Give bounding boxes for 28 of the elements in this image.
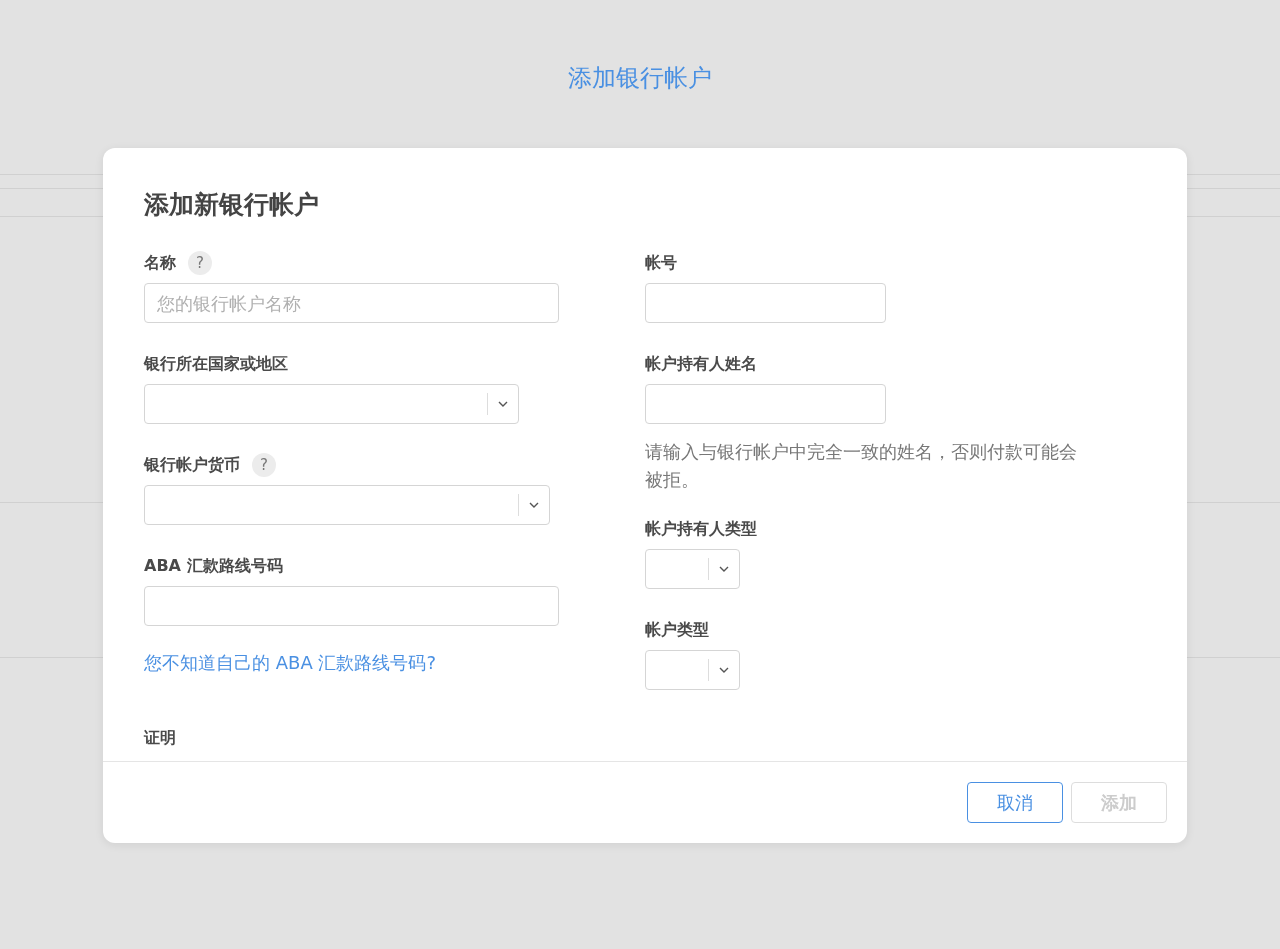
input-field[interactable]: 您的银行帐户名称	[144, 283, 559, 323]
chevron-down-icon	[719, 566, 729, 572]
field-label: 银行所在国家或地区	[144, 353, 288, 375]
hint-text: 请输入与银行帐户中完全一致的姓名，否则付款可能会被拒。	[645, 440, 1078, 492]
chevron-down-icon	[719, 667, 729, 673]
section-label: 证明	[144, 727, 177, 749]
chevron-down-icon	[498, 401, 508, 407]
field-label: 银行帐户货币	[144, 454, 240, 476]
input-field[interactable]	[645, 283, 886, 323]
field-label: 名称	[144, 252, 176, 274]
field-label: 帐户类型	[645, 619, 709, 641]
field-label: 帐户持有人姓名	[645, 353, 757, 375]
dialog-title: 添加新银行帐户	[144, 189, 320, 221]
select-field[interactable]	[645, 549, 740, 589]
input-field[interactable]	[645, 384, 886, 424]
aba-help-link[interactable]: 您不知道自己的 ABA 汇款路线号码?	[144, 651, 436, 675]
field-label: 帐号	[645, 252, 677, 274]
field-label: ABA 汇款路线号码	[144, 555, 283, 577]
help-icon[interactable]: ?	[188, 251, 212, 275]
help-icon[interactable]: ?	[252, 453, 276, 477]
select-field[interactable]	[144, 384, 519, 424]
chevron-down-icon	[529, 502, 539, 508]
field-label: 帐户持有人类型	[645, 518, 757, 540]
input-field[interactable]	[144, 586, 559, 626]
select-field[interactable]	[144, 485, 550, 525]
page-title: 添加银行帐户	[567, 63, 713, 94]
select-field[interactable]	[645, 650, 740, 690]
cancel-button[interactable]: 取消	[967, 782, 1063, 823]
